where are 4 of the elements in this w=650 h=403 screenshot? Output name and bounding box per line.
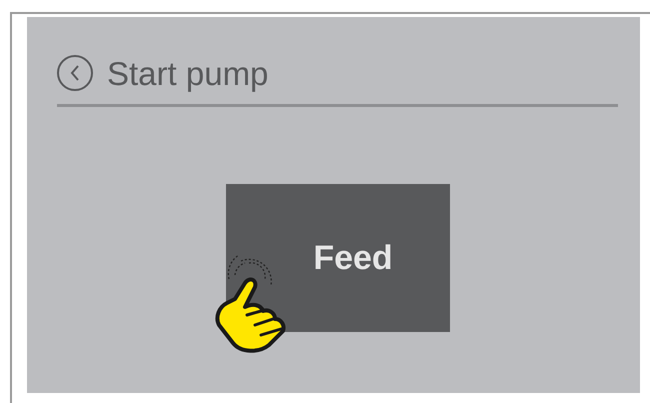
feed-button[interactable]: Feed xyxy=(226,184,450,332)
back-button[interactable] xyxy=(57,55,93,91)
chevron-left-icon xyxy=(70,65,80,81)
screen-title: Start pump xyxy=(107,56,268,90)
